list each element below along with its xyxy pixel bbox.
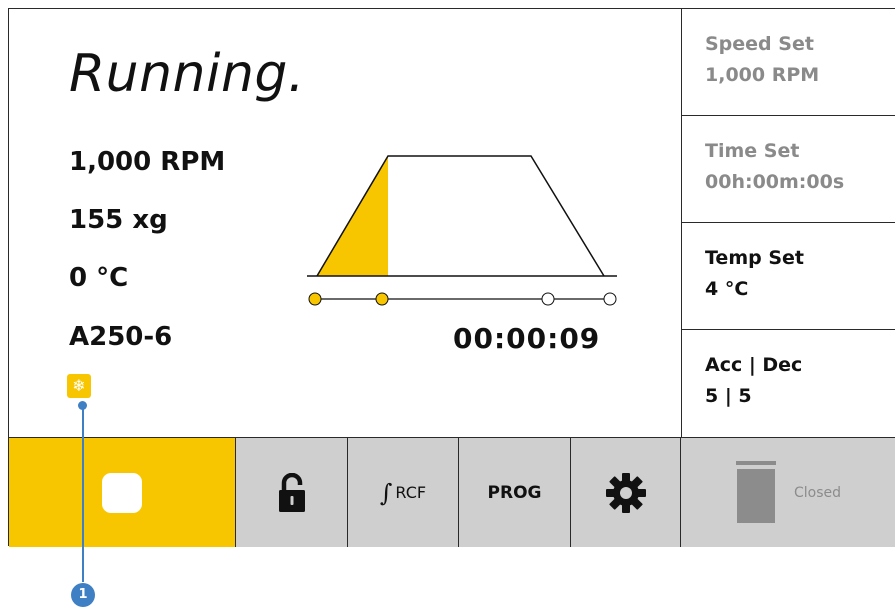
run-status-panel: Running. 1,000 RPM 155 xg 0 °C A250-6 ❄ … xyxy=(9,9,681,437)
callout-number-badge: 1 xyxy=(71,583,95,607)
temperature-readout: 0 °C xyxy=(69,263,129,293)
time-set-label: Time Set xyxy=(705,140,800,162)
settings-button[interactable] xyxy=(571,438,681,547)
run-status-title: Running. xyxy=(69,44,305,104)
speed-set-field[interactable]: Speed Set 1,000 RPM xyxy=(682,9,895,116)
time-set-value: 00h:00m:00s xyxy=(705,171,845,193)
temp-set-value: 4 °C xyxy=(705,278,749,300)
callout-leader-line xyxy=(82,404,84,582)
phase-marker-decel-start xyxy=(541,292,555,306)
centrifuge-screen: Running. 1,000 RPM 155 xg 0 °C A250-6 ❄ … xyxy=(8,8,895,547)
speed-readout: 1,000 RPM xyxy=(69,147,226,177)
lid-icon xyxy=(735,460,776,523)
program-button[interactable]: PROG xyxy=(459,438,571,547)
settings-panel: Speed Set 1,000 RPM Time Set 00h:00m:00s… xyxy=(681,9,895,437)
elapsed-time: 00:00:09 xyxy=(453,322,601,355)
rotor-readout: A250-6 xyxy=(69,322,173,352)
force-readout: 155 xg xyxy=(69,205,168,235)
phase-marker-accel-end xyxy=(375,292,389,306)
lid-status-label: Closed xyxy=(793,484,842,501)
prog-label: PROG xyxy=(487,482,542,503)
stop-icon xyxy=(102,472,142,513)
unlock-icon xyxy=(278,472,305,512)
temp-set-field[interactable]: Temp Set 4 °C xyxy=(682,223,895,330)
integral-symbol: ∫ xyxy=(379,478,393,507)
acc-dec-field[interactable]: Acc | Dec 5 | 5 xyxy=(682,330,895,437)
lid-status-indicator: Closed xyxy=(681,438,895,547)
acc-dec-value: 5 | 5 xyxy=(705,385,752,407)
lid-lock-button[interactable] xyxy=(236,438,348,547)
temp-set-label: Temp Set xyxy=(705,247,804,269)
rcf-label: RCF xyxy=(395,483,427,502)
time-set-field[interactable]: Time Set 00h:00m:00s xyxy=(682,116,895,223)
acc-dec-label: Acc | Dec xyxy=(705,354,803,376)
phase-marker-decel-end xyxy=(603,292,617,306)
run-profile-graph xyxy=(307,155,617,306)
bottom-toolbar: ∫ RCF PROG Closed xyxy=(9,437,895,547)
speed-set-value: 1,000 RPM xyxy=(705,64,820,86)
snowflake-icon: ❄ xyxy=(67,374,91,398)
stop-button[interactable] xyxy=(9,438,236,547)
speed-set-label: Speed Set xyxy=(705,33,814,55)
phase-marker-accel-start xyxy=(308,292,322,306)
integral-rcf-button[interactable]: ∫ RCF xyxy=(348,438,459,547)
gear-icon xyxy=(605,472,646,513)
